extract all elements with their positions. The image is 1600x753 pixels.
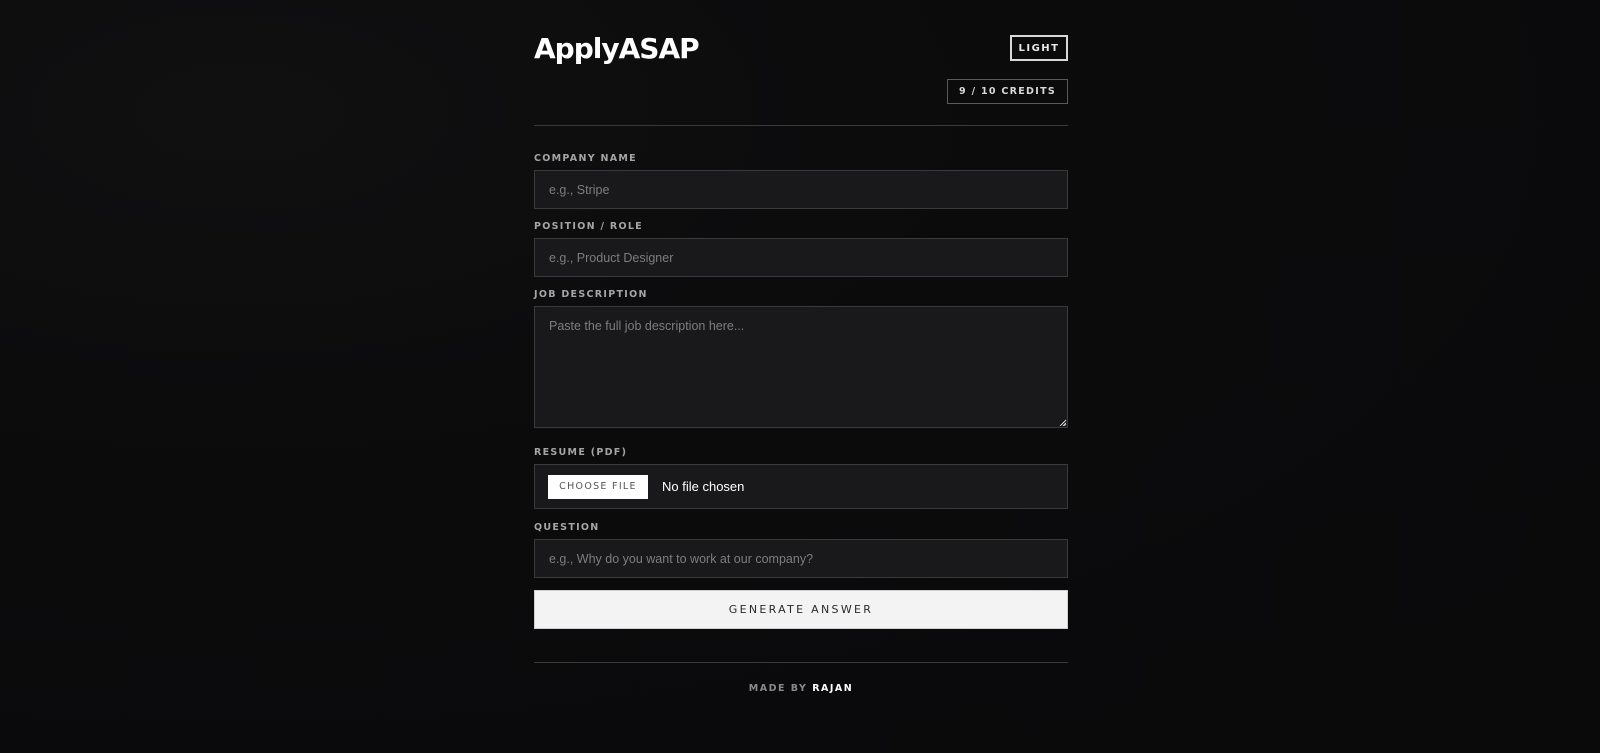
question-field: QUESTION bbox=[534, 521, 1068, 578]
footer: MADE BY RAJAN bbox=[534, 662, 1068, 713]
company-label: COMPANY NAME bbox=[534, 153, 637, 164]
header: ApplyASAP LIGHT 9 / 10 CREDITS bbox=[534, 0, 1068, 126]
position-field: POSITION / ROLE bbox=[534, 220, 1068, 277]
author-name: RAJAN bbox=[812, 683, 854, 694]
job-description-wrapper bbox=[534, 306, 1068, 428]
question-label: QUESTION bbox=[534, 522, 600, 533]
question-input[interactable] bbox=[534, 539, 1068, 578]
resume-field: RESUME (PDF) CHOOSE FILE No file chosen bbox=[534, 446, 1068, 509]
job-description-field: JOB DESCRIPTION bbox=[534, 288, 1068, 428]
resume-label: RESUME (PDF) bbox=[534, 447, 628, 458]
credits-badge: 9 / 10 CREDITS bbox=[947, 79, 1068, 104]
position-label: POSITION / ROLE bbox=[534, 221, 643, 232]
theme-toggle-button[interactable]: LIGHT bbox=[1010, 35, 1068, 61]
job-description-label: JOB DESCRIPTION bbox=[534, 289, 648, 300]
job-description-textarea[interactable] bbox=[534, 306, 1068, 428]
app-container: ApplyASAP LIGHT 9 / 10 CREDITS COMPANY N… bbox=[534, 0, 1068, 694]
file-status-text: No file chosen bbox=[662, 479, 745, 494]
generate-answer-button[interactable]: GENERATE ANSWER bbox=[534, 590, 1068, 629]
resume-file-input[interactable]: CHOOSE FILE No file chosen bbox=[534, 464, 1068, 509]
position-input[interactable] bbox=[534, 238, 1068, 277]
made-by-prefix: MADE BY bbox=[748, 683, 808, 694]
company-input[interactable] bbox=[534, 170, 1068, 209]
resize-handle-icon[interactable] bbox=[1059, 419, 1066, 426]
app-logo: ApplyASAP bbox=[534, 32, 700, 65]
company-field: COMPANY NAME bbox=[534, 152, 1068, 209]
footer-credit: MADE BY RAJAN bbox=[534, 683, 1068, 694]
choose-file-button[interactable]: CHOOSE FILE bbox=[548, 474, 648, 499]
